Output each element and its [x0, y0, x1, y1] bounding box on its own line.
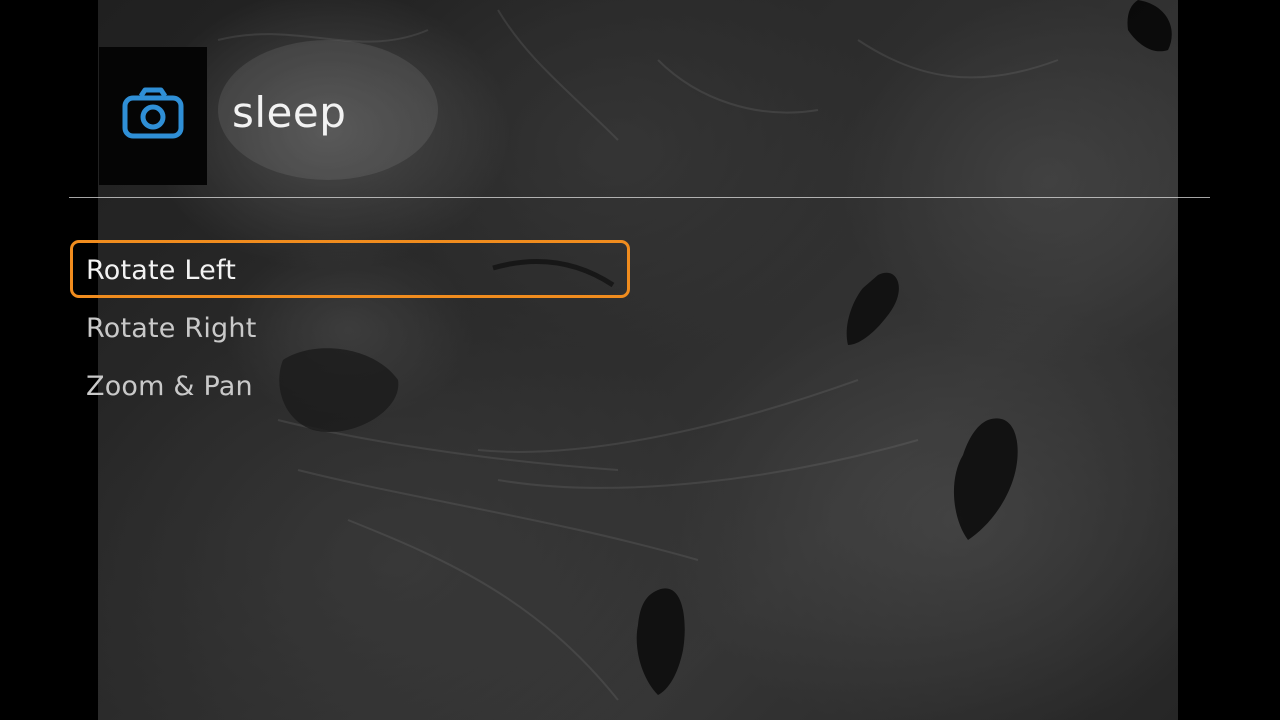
camera-icon-tile — [99, 47, 207, 185]
context-menu: Rotate Left Rotate Right Zoom & Pan — [70, 240, 630, 414]
menu-item-rotate-left[interactable]: Rotate Left — [70, 240, 630, 298]
header-divider — [69, 197, 1210, 198]
menu-item-rotate-right[interactable]: Rotate Right — [70, 298, 630, 356]
menu-item-zoom-pan[interactable]: Zoom & Pan — [70, 356, 630, 414]
photo-options-screen: sleep Rotate Left Rotate Right Zoom & Pa… — [0, 0, 1280, 720]
camera-icon — [121, 86, 185, 146]
page-title: sleep — [232, 88, 347, 137]
